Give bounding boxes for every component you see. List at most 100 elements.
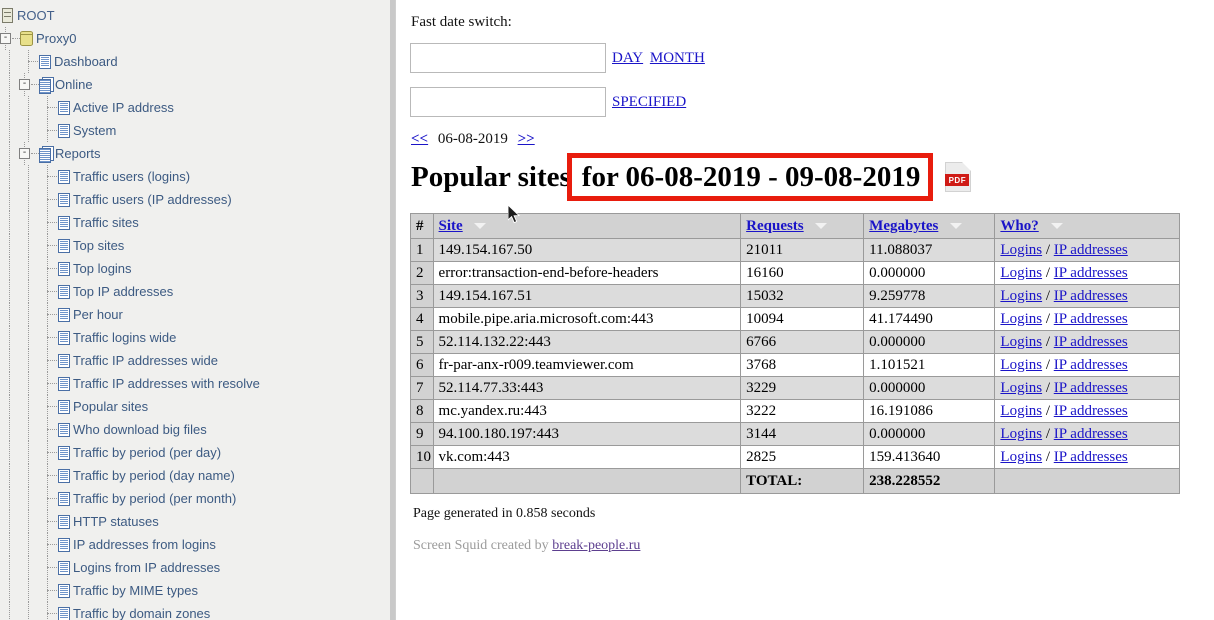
tree-node-traffic-users-logins[interactable]: Traffic users (logins) bbox=[0, 165, 395, 188]
cell-who: Logins / IP addresses bbox=[994, 445, 1180, 469]
cell-megabytes: 9.259778 bbox=[863, 284, 996, 308]
cell-who: Logins / IP addresses bbox=[994, 422, 1180, 446]
collapse-toggle-icon[interactable]: - bbox=[19, 148, 30, 159]
tree-node-traffic-ip-addresses-with-resolve[interactable]: Traffic IP addresses with resolve bbox=[0, 372, 395, 395]
sort-descending-icon[interactable] bbox=[815, 223, 828, 230]
ip-addresses-link[interactable]: IP addresses bbox=[1054, 449, 1128, 465]
tree-node-reports[interactable]: - Reports bbox=[0, 142, 395, 165]
ip-addresses-link[interactable]: IP addresses bbox=[1054, 311, 1128, 327]
specified-link[interactable]: SPECIFIED bbox=[612, 94, 686, 110]
col-header-megabytes-link[interactable]: Megabytes bbox=[869, 218, 938, 234]
logins-link[interactable]: Logins bbox=[1000, 265, 1042, 281]
table-total-row: TOTAL: 238.228552 bbox=[410, 468, 1180, 494]
navigation-tree-sidebar[interactable]: ROOT - Proxy0 Dashboard - Online Active IP add… bbox=[0, 0, 396, 620]
sort-descending-icon[interactable] bbox=[474, 223, 487, 230]
tree-guide: - bbox=[19, 73, 39, 96]
tree-node-ip-addresses-from-logins[interactable]: IP addresses from logins bbox=[0, 533, 395, 556]
total-blank-site bbox=[432, 468, 742, 494]
day-link[interactable]: DAY bbox=[612, 50, 643, 66]
sort-descending-icon[interactable] bbox=[1050, 223, 1063, 230]
highlighted-date-range: for 06-08-2019 - 09-08-2019 bbox=[581, 160, 921, 193]
tree-node-top-logins[interactable]: Top logins bbox=[0, 257, 395, 280]
day-month-date-input[interactable] bbox=[410, 43, 606, 73]
current-date-label: 06-08-2019 bbox=[437, 131, 508, 147]
tree-node-system[interactable]: System bbox=[0, 119, 395, 142]
tree-node-label: Per hour bbox=[73, 307, 123, 322]
collapse-toggle-icon[interactable]: - bbox=[19, 79, 30, 90]
col-header-who[interactable]: Who? bbox=[994, 213, 1180, 239]
tree-node-dashboard[interactable]: Dashboard bbox=[0, 50, 395, 73]
tree-node-traffic-users-ip-addresses[interactable]: Traffic users (IP addresses) bbox=[0, 188, 395, 211]
pdf-export-icon[interactable]: PDF bbox=[945, 162, 972, 192]
specified-date-input[interactable] bbox=[410, 87, 606, 117]
ip-addresses-link[interactable]: IP addresses bbox=[1054, 426, 1128, 442]
ip-addresses-link[interactable]: IP addresses bbox=[1054, 334, 1128, 350]
tree-node-label: Traffic sites bbox=[73, 215, 139, 230]
tree-guide bbox=[19, 280, 38, 303]
logins-link[interactable]: Logins bbox=[1000, 334, 1042, 350]
logins-link[interactable]: Logins bbox=[1000, 380, 1042, 396]
ip-addresses-link[interactable]: IP addresses bbox=[1054, 265, 1128, 281]
tree-node-label: Dashboard bbox=[54, 54, 118, 69]
logins-link[interactable]: Logins bbox=[1000, 288, 1042, 304]
logins-link[interactable]: Logins bbox=[1000, 449, 1042, 465]
ip-addresses-link[interactable]: IP addresses bbox=[1054, 242, 1128, 258]
tree-node-traffic-logins-wide[interactable]: Traffic logins wide bbox=[0, 326, 395, 349]
tree-node-http-statuses[interactable]: HTTP statuses bbox=[0, 510, 395, 533]
logins-link[interactable]: Logins bbox=[1000, 426, 1042, 442]
tree-node-label: Popular sites bbox=[73, 399, 149, 414]
logins-link[interactable]: Logins bbox=[1000, 357, 1042, 373]
page-icon bbox=[58, 215, 70, 230]
credit-link[interactable]: break-people.ru bbox=[552, 538, 640, 553]
col-header-requests-link[interactable]: Requests bbox=[746, 218, 804, 234]
col-header-who-link[interactable]: Who? bbox=[1000, 218, 1038, 234]
tree-node-active-ip-address[interactable]: Active IP address bbox=[0, 96, 395, 119]
tree-node-traffic-by-period-day-name[interactable]: Traffic by period (day name) bbox=[0, 464, 395, 487]
cell-megabytes: 0.000000 bbox=[863, 261, 996, 285]
col-header-megabytes[interactable]: Megabytes bbox=[863, 213, 996, 239]
table-row: 2 error:transaction-end-before-headers 161… bbox=[410, 261, 1180, 285]
logins-link[interactable]: Logins bbox=[1000, 403, 1042, 419]
table-row: 7 52.114.77.33:443 3229 0.000000 Logins / IP… bbox=[410, 376, 1180, 400]
tree-node-top-ip-addresses[interactable]: Top IP addresses bbox=[0, 280, 395, 303]
tree-node-online[interactable]: - Online bbox=[0, 73, 395, 96]
tree-node-proxy0[interactable]: - Proxy0 bbox=[0, 27, 395, 50]
tree-guide bbox=[19, 326, 38, 349]
table-row: 9 94.100.180.197:443 3144 0.000000 Logins / … bbox=[410, 422, 1180, 446]
collapse-toggle-icon[interactable]: - bbox=[0, 33, 11, 44]
tree-node-traffic-by-domain-zones[interactable]: Traffic by domain zones bbox=[0, 602, 395, 620]
tree-node-label: Top IP addresses bbox=[73, 284, 174, 299]
col-header-requests[interactable]: Requests bbox=[740, 213, 865, 239]
tree-guide bbox=[38, 602, 57, 620]
tree-node-root[interactable]: ROOT bbox=[0, 4, 395, 27]
tree-node-per-hour[interactable]: Per hour bbox=[0, 303, 395, 326]
tree-node-traffic-sites[interactable]: Traffic sites bbox=[0, 211, 395, 234]
sort-descending-icon[interactable] bbox=[950, 223, 963, 230]
tree-node-traffic-ip-addresses-wide[interactable]: Traffic IP addresses wide bbox=[0, 349, 395, 372]
tree-guide bbox=[0, 464, 19, 487]
ip-addresses-link[interactable]: IP addresses bbox=[1054, 403, 1128, 419]
tree-node-traffic-by-period-per-day[interactable]: Traffic by period (per day) bbox=[0, 441, 395, 464]
month-link[interactable]: MONTH bbox=[650, 50, 705, 66]
prev-date-link[interactable]: << bbox=[411, 131, 428, 147]
who-separator: / bbox=[1042, 448, 1054, 465]
ip-addresses-link[interactable]: IP addresses bbox=[1054, 288, 1128, 304]
tree-node-label: Top logins bbox=[73, 261, 132, 276]
tree-node-label: Reports bbox=[55, 146, 101, 161]
tree-guide bbox=[0, 280, 19, 303]
tree-node-popular-sites[interactable]: Popular sites bbox=[0, 395, 395, 418]
tree-guide bbox=[19, 487, 38, 510]
logins-link[interactable]: Logins bbox=[1000, 242, 1042, 258]
tree-node-traffic-by-period-per-month[interactable]: Traffic by period (per month) bbox=[0, 487, 395, 510]
tree-node-traffic-by-mime-types[interactable]: Traffic by MIME types bbox=[0, 579, 395, 602]
ip-addresses-link[interactable]: IP addresses bbox=[1054, 380, 1128, 396]
col-header-site-link[interactable]: Site bbox=[439, 218, 463, 234]
next-date-link[interactable]: >> bbox=[518, 131, 535, 147]
ip-addresses-link[interactable]: IP addresses bbox=[1054, 357, 1128, 373]
highlighted-date-range-box: for 06-08-2019 - 09-08-2019 bbox=[566, 153, 934, 201]
tree-node-top-sites[interactable]: Top sites bbox=[0, 234, 395, 257]
tree-node-logins-from-ip-addresses[interactable]: Logins from IP addresses bbox=[0, 556, 395, 579]
col-header-site[interactable]: Site bbox=[432, 213, 742, 239]
logins-link[interactable]: Logins bbox=[1000, 311, 1042, 327]
tree-node-who-download-big-files[interactable]: Who download big files bbox=[0, 418, 395, 441]
